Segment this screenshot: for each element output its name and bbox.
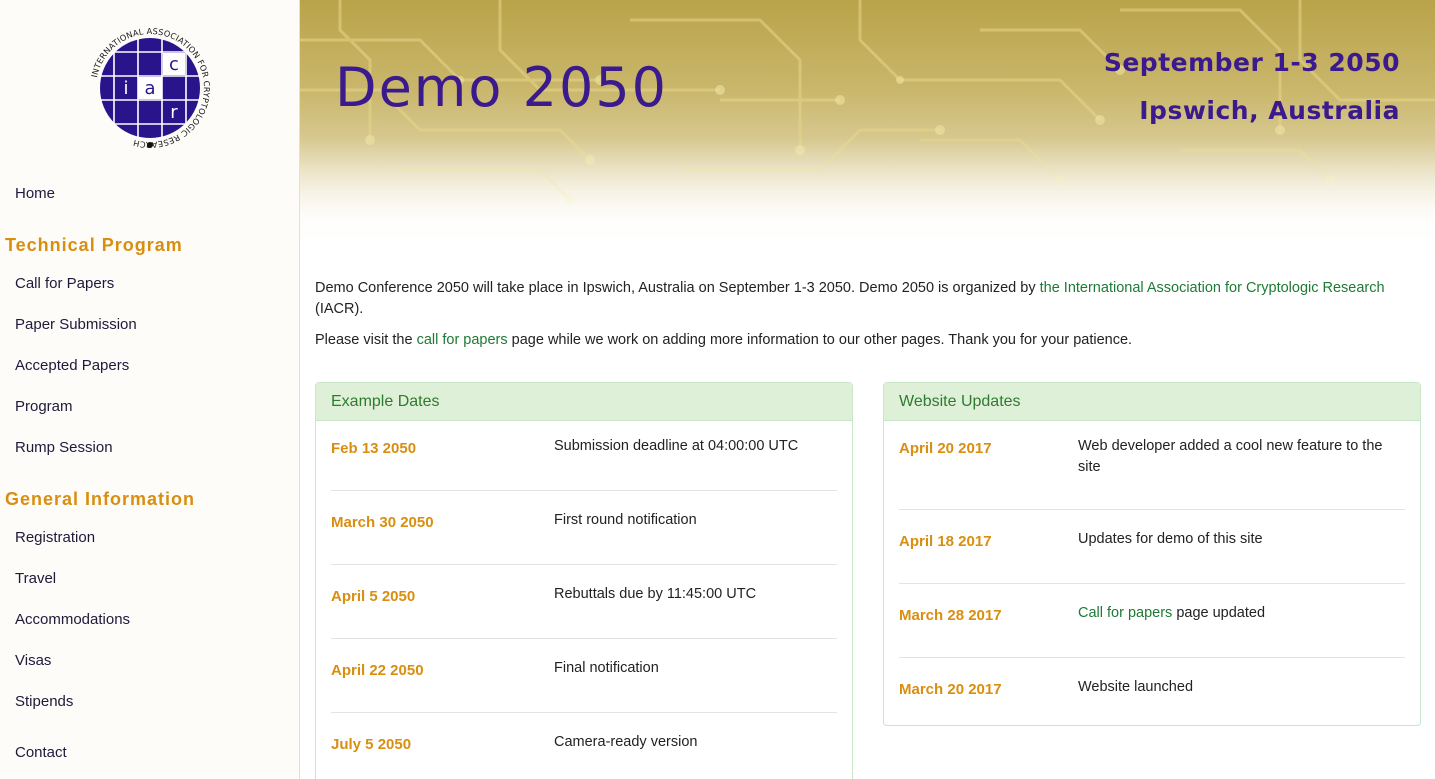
notice-paragraph: Please visit the call for papers page wh… [315, 330, 1425, 351]
call-for-papers-link[interactable]: call for papers [417, 332, 508, 348]
nav-visas[interactable]: Visas [15, 651, 51, 671]
date-description: First round notification [554, 512, 697, 528]
nav-stipends[interactable]: Stipends [15, 692, 73, 712]
date-label: Feb 13 2050 [331, 440, 417, 457]
logo-letter-i: i [123, 78, 128, 99]
date-row: April 5 2050 Rebuttals due by 11:45:00 U… [331, 565, 837, 639]
website-updates-title: Website Updates [884, 383, 1420, 421]
nav-accepted-papers[interactable]: Accepted Papers [15, 356, 129, 376]
nav-paper-submission[interactable]: Paper Submission [15, 315, 137, 335]
date-row: July 5 2050 Camera-ready version [331, 713, 837, 779]
logo-letter-c: c [169, 54, 179, 75]
update-description: Web developer added a cool new feature t… [1078, 438, 1383, 475]
nav-rump-session[interactable]: Rump Session [15, 438, 113, 458]
date-label: April 22 2050 [331, 662, 424, 679]
update-date: March 28 2017 [899, 607, 1002, 624]
banner-fade-overlay [300, 0, 1435, 250]
update-row: March 28 2017 Call for papers page updat… [899, 584, 1405, 658]
logo-letter-r: r [170, 102, 178, 123]
nav-program[interactable]: Program [15, 397, 73, 417]
date-row: April 22 2050 Final notification [331, 639, 837, 713]
update-date: April 18 2017 [899, 533, 992, 550]
date-description: Submission deadline at 04:00:00 UTC [554, 438, 799, 454]
update-description: Website launched [1078, 679, 1194, 695]
update-description-text: page updated [1172, 605, 1266, 621]
update-date: March 20 2017 [899, 681, 1002, 698]
date-description: Final notification [554, 660, 659, 676]
event-date: September 1-3 2050 [1103, 48, 1400, 77]
intro-text: Demo Conference 2050 will take place in … [315, 280, 1040, 296]
sidebar: a c i r INTERNATIONAL ASSOCIATION FOR CR… [0, 0, 300, 779]
nav-travel[interactable]: Travel [15, 569, 56, 589]
iacr-link[interactable]: the International Association for Crypto… [1040, 280, 1385, 296]
update-date: April 20 2017 [899, 440, 992, 457]
iacr-logo-icon: a c i r INTERNATIONAL ASSOCIATION FOR CR… [89, 26, 212, 150]
update-row: March 20 2017 Website launched [899, 658, 1405, 722]
website-updates-panel: Website Updates April 20 2017 Web develo… [883, 382, 1421, 726]
intro-text-after: (IACR). [315, 301, 364, 317]
date-description: Camera-ready version [554, 734, 698, 750]
update-description: Updates for demo of this site [1078, 531, 1263, 547]
iacr-logo[interactable]: a c i r INTERNATIONAL ASSOCIATION FOR CR… [86, 24, 214, 152]
date-row: March 30 2050 First round notification [331, 491, 837, 565]
nav-contact[interactable]: Contact [15, 743, 67, 763]
example-dates-title: Example Dates [316, 383, 852, 421]
notice-text: Please visit the [315, 332, 417, 348]
event-location: Ipswich, Australia [1139, 96, 1400, 125]
example-dates-panel: Example Dates Feb 13 2050 Submission dea… [315, 382, 853, 779]
date-label: April 5 2050 [331, 588, 416, 605]
date-row: Feb 13 2050 Submission deadline at 04:00… [331, 421, 837, 491]
date-label: March 30 2050 [331, 514, 434, 531]
date-description: Rebuttals due by 11:45:00 UTC [554, 586, 757, 602]
nav-registration[interactable]: Registration [15, 528, 95, 548]
nav-call-for-papers[interactable]: Call for Papers [15, 274, 114, 294]
logo-letter-a: a [144, 78, 155, 99]
update-row: April 20 2017 Web developer added a cool… [899, 421, 1405, 510]
intro-paragraph: Demo Conference 2050 will take place in … [315, 278, 1425, 320]
header-banner: Demo 2050 September 1-3 2050 Ipswich, Au… [300, 0, 1435, 250]
notice-text-after: page while we work on adding more inform… [507, 332, 1133, 348]
update-call-for-papers-link[interactable]: Call for papers [1078, 605, 1172, 621]
update-description: Call for papers page updated [1078, 603, 1265, 624]
page-title: Demo 2050 [335, 56, 669, 119]
nav-accommodations[interactable]: Accommodations [15, 610, 130, 630]
update-row: April 18 2017 Updates for demo of this s… [899, 510, 1405, 584]
nav-home[interactable]: Home [15, 184, 55, 204]
nav-heading-general-information: General Information [5, 489, 196, 509]
date-label: July 5 2050 [331, 736, 412, 753]
nav-heading-technical-program: Technical Program [5, 235, 183, 255]
